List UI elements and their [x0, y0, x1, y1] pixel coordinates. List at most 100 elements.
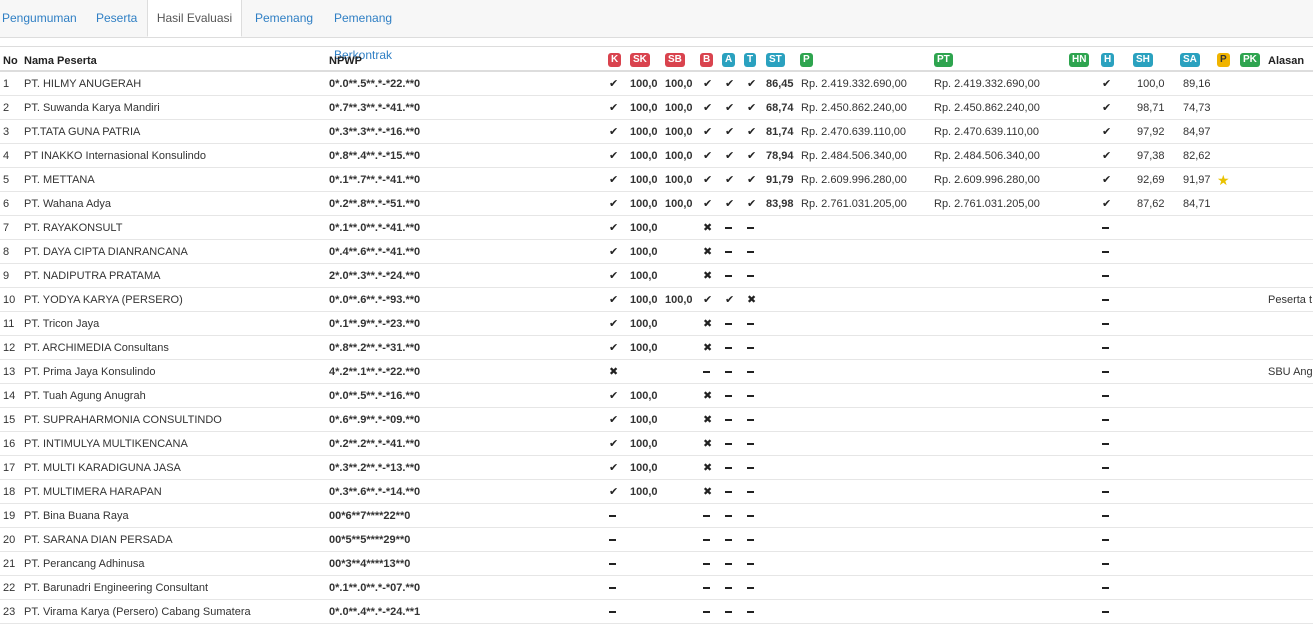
- cell-t-dash-icon: [747, 443, 754, 445]
- cell-npwp: 0*.2**.8**.*-*51.**0: [329, 198, 421, 210]
- cell-npwp: 0*.0**.6**.*-*93.**0: [329, 294, 421, 306]
- table-row: 2 PT. Suwanda Karya Mandiri 0*.7**.3**.*-*…: [0, 96, 1313, 120]
- cell-t-dash-icon: [747, 515, 754, 517]
- table-row: 11 PT. Tricon Jaya 0*.1**.9**.*-*23.**0 ✔ 10…: [0, 312, 1313, 336]
- cell-npwp: 0*.6**.9**.*-*09.**0: [329, 414, 421, 426]
- cell-a-dash-icon: [725, 371, 732, 373]
- cell-a-dash-icon: [725, 227, 732, 229]
- cell-sk: 100,0: [630, 486, 658, 498]
- cell-b-cross-icon: ✖: [703, 486, 713, 498]
- cell-no: 22: [3, 582, 16, 594]
- cell-nama-peserta: PT. DAYA CIPTA DIANRANCANA: [24, 246, 188, 258]
- cell-h-check-icon: ✔: [1102, 174, 1112, 186]
- cell-k-cross-icon: ✖: [609, 366, 619, 378]
- cell-h-dash-icon: [1102, 227, 1109, 229]
- cell-a-dash-icon: [725, 587, 732, 589]
- cell-b-check-icon: ✔: [703, 174, 713, 186]
- header-nama-peserta: Nama Peserta: [24, 55, 97, 67]
- table-row: 5 PT. METTANA 0*.1**.7**.*-*41.**0 ✔ 100,0 10…: [0, 168, 1313, 192]
- cell-a-dash-icon: [725, 443, 732, 445]
- header-badge-b: B: [700, 53, 714, 67]
- cell-b-dash-icon: [703, 539, 710, 541]
- tab-pemenang[interactable]: Pemenang: [255, 0, 313, 37]
- cell-st: 68,74: [766, 102, 794, 114]
- tab-pengumuman[interactable]: Pengumuman: [2, 0, 77, 37]
- cell-h-dash-icon: [1102, 419, 1109, 421]
- table-row: 18 PT. MULTIMERA HARAPAN 0*.3**.6**.*-*14.…: [0, 480, 1313, 504]
- cell-penawaran: Rp. 2.470.639.110,00: [801, 126, 906, 138]
- cell-b-cross-icon: ✖: [703, 318, 713, 330]
- tab-peserta[interactable]: Peserta: [96, 0, 137, 37]
- cell-sb: 100,0: [665, 174, 693, 186]
- cell-h-dash-icon: [1102, 539, 1109, 541]
- cell-b-cross-icon: ✖: [703, 390, 713, 402]
- cell-b-cross-icon: ✖: [703, 246, 713, 258]
- table-row: 3 PT.TATA GUNA PATRIA 0*.3**.3**.*-*16.**0…: [0, 120, 1313, 144]
- cell-nama-peserta: PT. SARANA DIAN PERSADA: [24, 534, 173, 546]
- header-no: No: [3, 55, 18, 67]
- cell-h-dash-icon: [1102, 467, 1109, 469]
- winner-star-icon: ★: [1217, 172, 1230, 188]
- header-badge-h: H: [1101, 53, 1115, 67]
- tab-pemenang-berkontrak[interactable]: Pemenang Berkontrak: [334, 0, 452, 62]
- cell-nama-peserta: PT. Barunadri Engineering Consultant: [24, 582, 209, 594]
- table-row: 10 PT. YODYA KARYA (PERSERO) 0*.0**.6**.*-…: [0, 288, 1313, 312]
- cell-t-dash-icon: [747, 491, 754, 493]
- cell-sa: 84,97: [1183, 126, 1211, 138]
- cell-b-check-icon: ✔: [703, 102, 713, 114]
- cell-a-check-icon: ✔: [725, 102, 735, 114]
- cell-sk: 100,0: [630, 78, 658, 90]
- cell-sk: 100,0: [630, 390, 658, 402]
- cell-sb: 100,0: [665, 126, 693, 138]
- cell-no: 19: [3, 510, 16, 522]
- cell-penawaran-terkoreksi: Rp. 2.761.031.205,00: [934, 198, 1040, 210]
- cell-nama-peserta: PT. Suwanda Karya Mandiri: [24, 102, 160, 114]
- cell-sk: 100,0: [630, 294, 658, 306]
- cell-sk: 100,0: [630, 150, 658, 162]
- table-row: 6 PT. Wahana Adya 0*.2**.8**.*-*51.**0 ✔ 100…: [0, 192, 1313, 216]
- cell-npwp: 0*.8**.4**.*-*15.**0: [329, 150, 421, 162]
- cell-nama-peserta: PT. Prima Jaya Konsulindo: [24, 366, 156, 378]
- cell-sa: 84,71: [1183, 198, 1211, 210]
- cell-a-dash-icon: [725, 323, 732, 325]
- cell-h-dash-icon: [1102, 275, 1109, 277]
- cell-npwp: 0*.1**.0**.*-*41.**0: [329, 222, 421, 234]
- cell-nama-peserta: PT. ARCHIMEDIA Consultans: [24, 342, 169, 354]
- cell-a-dash-icon: [725, 515, 732, 517]
- cell-a-check-icon: ✔: [725, 174, 735, 186]
- cell-a-dash-icon: [725, 395, 732, 397]
- cell-a-dash-icon: [725, 611, 732, 613]
- cell-npwp: 2*.0**.3**.*-*24.**0: [329, 270, 421, 282]
- cell-nama-peserta: PT. Bina Buana Raya: [24, 510, 129, 522]
- table-header: No Nama Peserta NPWP K SK SB B A T ST P PT HN H SH SA P P…: [0, 46, 1313, 72]
- cell-a-check-icon: ✔: [725, 78, 735, 90]
- cell-b-dash-icon: [703, 371, 710, 373]
- table-row: 7 PT. RAYAKONSULT 0*.1**.0**.*-*41.**0 ✔ 100…: [0, 216, 1313, 240]
- cell-h-dash-icon: [1102, 611, 1109, 613]
- cell-t-check-icon: ✔: [747, 78, 757, 90]
- cell-sk: 100,0: [630, 174, 658, 186]
- cell-nama-peserta: PT. HILMY ANUGERAH: [24, 78, 142, 90]
- cell-sh: 92,69: [1137, 174, 1165, 186]
- cell-h-dash-icon: [1102, 251, 1109, 253]
- cell-nama-peserta: PT. MULTI KARADIGUNA JASA: [24, 462, 181, 474]
- header-badge-pk: PK: [1240, 53, 1260, 67]
- cell-nama-peserta: PT. NADIPUTRA PRATAMA: [24, 270, 161, 282]
- cell-sb: 100,0: [665, 198, 693, 210]
- cell-sk: 100,0: [630, 342, 658, 354]
- cell-no: 1: [3, 78, 10, 90]
- cell-k-check-icon: ✔: [609, 198, 619, 210]
- cell-t-dash-icon: [747, 395, 754, 397]
- cell-npwp: 4*.2**.1**.*-*22.**0: [329, 366, 421, 378]
- cell-npwp: 0*.1**.9**.*-*23.**0: [329, 318, 421, 330]
- cell-t-dash-icon: [747, 227, 754, 229]
- cell-penawaran: Rp. 2.450.862.240,00: [801, 102, 907, 114]
- cell-a-dash-icon: [725, 539, 732, 541]
- cell-no: 10: [3, 294, 16, 306]
- header-badge-sb: SB: [665, 53, 685, 67]
- cell-sb: 100,0: [665, 78, 693, 90]
- cell-no: 11: [3, 318, 15, 330]
- cell-a-dash-icon: [725, 275, 732, 277]
- tab-hasil-evaluasi[interactable]: Hasil Evaluasi: [147, 0, 242, 37]
- cell-npwp: 0*.2**.2**.*-*41.**0: [329, 438, 421, 450]
